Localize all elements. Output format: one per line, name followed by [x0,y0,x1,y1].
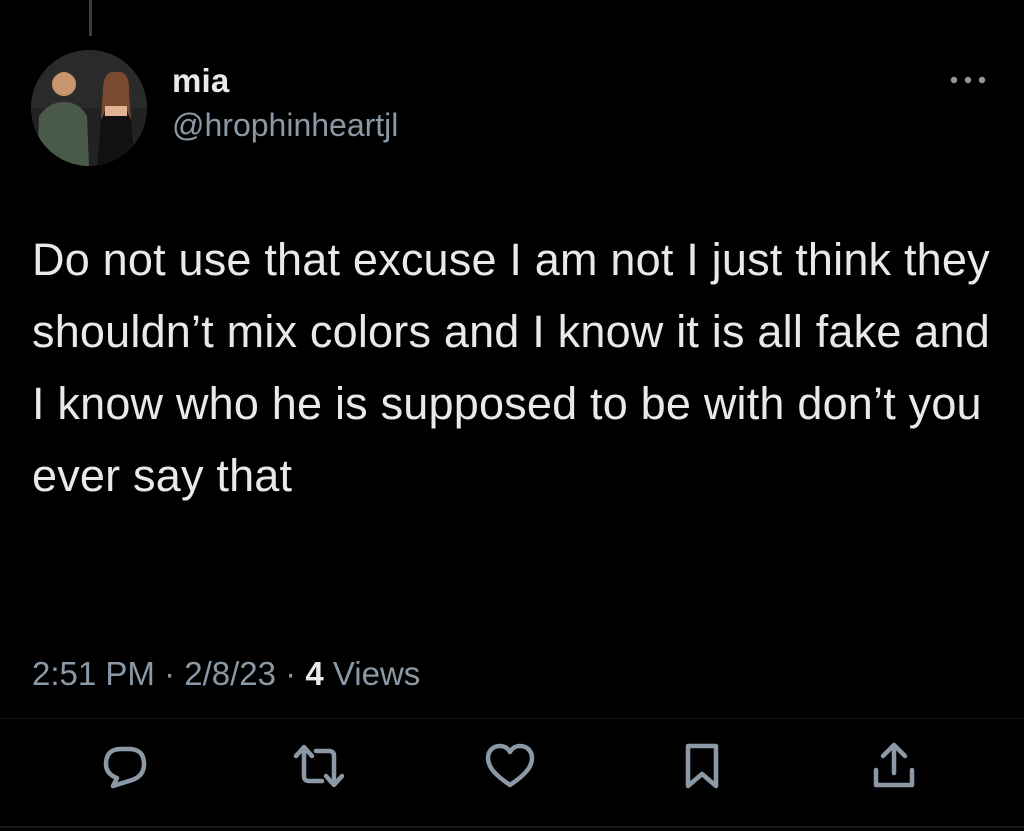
bottom-divider [0,826,1024,828]
tweet-text: Do not use that excuse I am not I just t… [32,234,990,501]
like-icon [485,743,535,788]
divider [0,718,1024,719]
thread-connector-line [89,0,92,36]
more-options-button[interactable] [944,64,992,96]
bookmark-button[interactable] [674,738,730,794]
tweet-metadata: 2:51 PM · 2/8/23 · 4 Views [32,655,420,693]
avatar[interactable] [31,50,147,166]
share-button[interactable] [866,738,922,794]
share-icon [873,742,915,788]
avatar-photo [31,50,147,166]
views-count: 4 [305,655,324,692]
retweet-button[interactable] [291,738,347,794]
meta-separator: · [285,655,297,692]
retweet-icon [293,744,345,788]
tweet-date[interactable]: 2/8/23 [184,655,276,692]
author-display-name[interactable]: mia [172,62,229,100]
more-dots-icon [950,76,986,84]
reply-button[interactable] [97,738,153,794]
views-label: Views [332,655,421,692]
reply-icon [103,746,147,789]
meta-separator: · [164,655,176,692]
tweet-time[interactable]: 2:51 PM [32,655,155,692]
author-handle[interactable]: @hrophinheartjl [172,107,398,144]
like-button[interactable] [482,738,538,794]
bookmark-icon [685,743,719,789]
